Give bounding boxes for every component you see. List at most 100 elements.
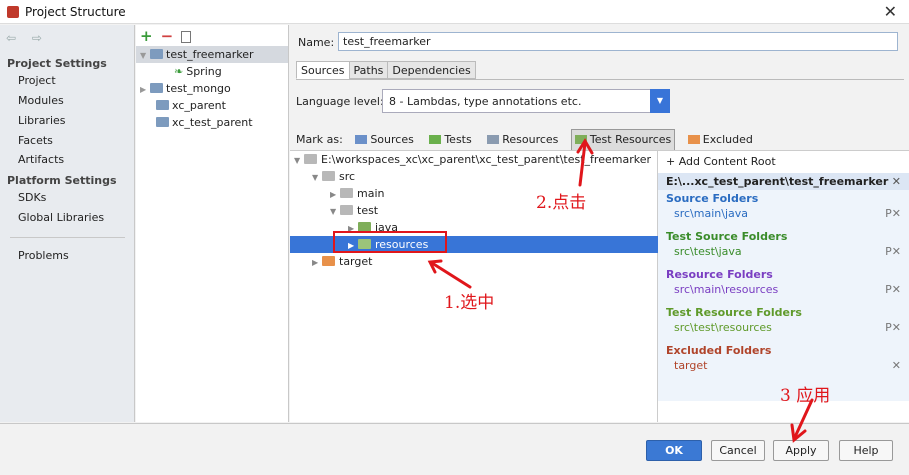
module-settings: Name: test_freemarker Sources Paths Depend… [290, 25, 909, 422]
source-folder-path: src\main\java [674, 207, 749, 220]
collapsed-arrow-icon[interactable]: ▶ [330, 186, 340, 203]
module-tabs: Sources Paths Dependencies [296, 61, 476, 79]
test-resource-folder-path: src\test\resources [674, 321, 772, 334]
tree-node-target[interactable]: ▶ target [290, 253, 658, 270]
remove-module-icon[interactable]: − [161, 27, 174, 45]
module-folder-icon [156, 117, 169, 127]
annotation-step3: 3 应用 [780, 386, 831, 406]
content-root-tree: ▼ E:\workspaces_xc\xc_parent\xc_test_pare… [290, 150, 658, 422]
copy-module-icon[interactable] [181, 30, 192, 43]
mark-as-tests-button[interactable]: Tests [426, 130, 474, 150]
content-root-path: E:\...xc_test_parent\test_freemarker [666, 175, 889, 188]
highlight-box [333, 231, 447, 253]
resource-folders-header: Resource Folders [666, 268, 773, 281]
annotation-step2: 2.点击 [536, 193, 587, 213]
resources-folder-icon [487, 135, 500, 144]
content-root-header: E:\...xc_test_parent\test_freemarker ✕ [658, 173, 909, 190]
nav-item-problems[interactable]: Problems [18, 249, 69, 262]
add-module-icon[interactable]: + [140, 27, 153, 45]
module-folder-icon [150, 83, 163, 93]
nav-item-project[interactable]: Project [18, 74, 56, 87]
mark-as-sources-label: Sources [370, 133, 414, 146]
apply-button[interactable]: Apply [773, 440, 829, 461]
nav-header-project-settings: Project Settings [7, 57, 107, 70]
mark-as-tests-label: Tests [444, 133, 472, 146]
expanded-arrow-icon[interactable]: ▼ [330, 203, 340, 220]
nav-divider [10, 237, 125, 238]
tree-node-src[interactable]: ▼ src [290, 168, 658, 185]
nav-item-global-libraries[interactable]: Global Libraries [18, 211, 104, 224]
language-level-label: Language level: [296, 95, 384, 108]
tree-node-label: target [339, 255, 373, 268]
mark-as-excluded-button[interactable]: Excluded [685, 130, 756, 150]
module-item-test-mongo[interactable]: ▶ test_mongo [140, 80, 231, 97]
tree-node-test[interactable]: ▼ test [290, 202, 658, 219]
module-label: test_mongo [166, 82, 231, 95]
nav-item-libraries[interactable]: Libraries [18, 114, 66, 127]
excluded-folder-icon [322, 256, 335, 266]
mark-as-test-resources-button[interactable]: Test Resources [570, 129, 676, 151]
collapsed-arrow-icon[interactable]: ▶ [312, 254, 322, 271]
module-item-xc-test-parent[interactable]: xc_test_parent [156, 114, 253, 131]
expanded-arrow-icon[interactable]: ▼ [312, 169, 322, 186]
test-resources-folder-icon [574, 135, 587, 144]
test-resource-folders-header: Test Resource Folders [666, 306, 802, 319]
mark-as-sources-button[interactable]: Sources [352, 130, 417, 150]
mark-as-resources-button[interactable]: Resources [484, 130, 561, 150]
nav-item-modules[interactable]: Modules [18, 94, 64, 107]
help-button[interactable]: Help [839, 440, 893, 461]
title-bar: Project Structure ✕ [0, 0, 909, 24]
modules-toolbar: + − [140, 27, 199, 45]
add-content-root-button[interactable]: + Add Content Root [666, 155, 776, 168]
remove-folder-icon[interactable]: P✕ [885, 321, 901, 334]
tab-dependencies[interactable]: Dependencies [387, 61, 476, 79]
chevron-down-icon[interactable]: ▼ [650, 89, 670, 113]
module-label: test_freemarker [166, 48, 254, 61]
remove-folder-icon[interactable]: P✕ [885, 283, 901, 296]
remove-folder-icon[interactable]: P✕ [885, 245, 901, 258]
nav-header-platform-settings: Platform Settings [7, 174, 117, 187]
excluded-folder-icon [687, 135, 700, 144]
module-label: xc_test_parent [172, 116, 253, 129]
tree-node-label: test [357, 204, 379, 217]
tree-node-label: E:\workspaces_xc\xc_parent\xc_test_paren… [321, 153, 651, 166]
nav-item-sdks[interactable]: SDKs [18, 191, 46, 204]
folder-icon [340, 205, 353, 215]
module-folder-icon [150, 49, 163, 59]
folder-icon [322, 171, 335, 181]
expanded-arrow-icon[interactable]: ▼ [140, 47, 150, 64]
module-item-xc-parent[interactable]: xc_parent [156, 97, 226, 114]
back-forward-icon[interactable]: ⇦ ⇨ [6, 31, 48, 45]
module-folder-icon [156, 100, 169, 110]
tab-sources[interactable]: Sources [296, 61, 350, 79]
content-root-folders: Source Folders src\main\java P✕ Test Sou… [658, 190, 909, 401]
test-source-folders-header: Test Source Folders [666, 230, 788, 243]
sources-folder-icon [355, 135, 368, 144]
tree-node-label: main [357, 187, 385, 200]
ok-button[interactable]: OK [646, 440, 702, 461]
excluded-folder-path: target [674, 359, 708, 372]
nav-item-artifacts[interactable]: Artifacts [18, 153, 64, 166]
tabs-divider [296, 79, 904, 80]
modules-panel: + − ▼ test_freemarker ❧ Spring ▶ test_mongo … [136, 25, 289, 422]
remove-folder-icon[interactable]: ✕ [892, 359, 901, 372]
facet-item-spring[interactable]: ❧ Spring [174, 63, 222, 80]
test-source-folder-path: src\test\java [674, 245, 742, 258]
annotation-step1: 1.选中 [444, 293, 495, 313]
module-name-field[interactable]: test_freemarker [338, 32, 898, 51]
tree-node-main[interactable]: ▶ main [290, 185, 658, 202]
nav-item-facets[interactable]: Facets [18, 134, 53, 147]
remove-root-icon[interactable]: ✕ [892, 173, 901, 190]
tab-paths[interactable]: Paths [348, 61, 389, 79]
mark-as-excluded-label: Excluded [702, 133, 753, 146]
module-item-test-freemarker[interactable]: ▼ test_freemarker [136, 46, 288, 63]
tree-node-root[interactable]: ▼ E:\workspaces_xc\xc_parent\xc_test_pare… [290, 151, 658, 168]
mark-as-resources-label: Resources [502, 133, 559, 146]
remove-folder-icon[interactable]: P✕ [885, 207, 901, 220]
close-icon[interactable]: ✕ [884, 2, 897, 21]
cancel-button[interactable]: Cancel [711, 440, 765, 461]
excluded-folders-header: Excluded Folders [666, 344, 772, 357]
expanded-arrow-icon[interactable]: ▼ [294, 152, 304, 169]
language-level-select[interactable]: 8 - Lambdas, type annotations etc. [382, 89, 670, 113]
collapsed-arrow-icon[interactable]: ▶ [140, 81, 150, 98]
